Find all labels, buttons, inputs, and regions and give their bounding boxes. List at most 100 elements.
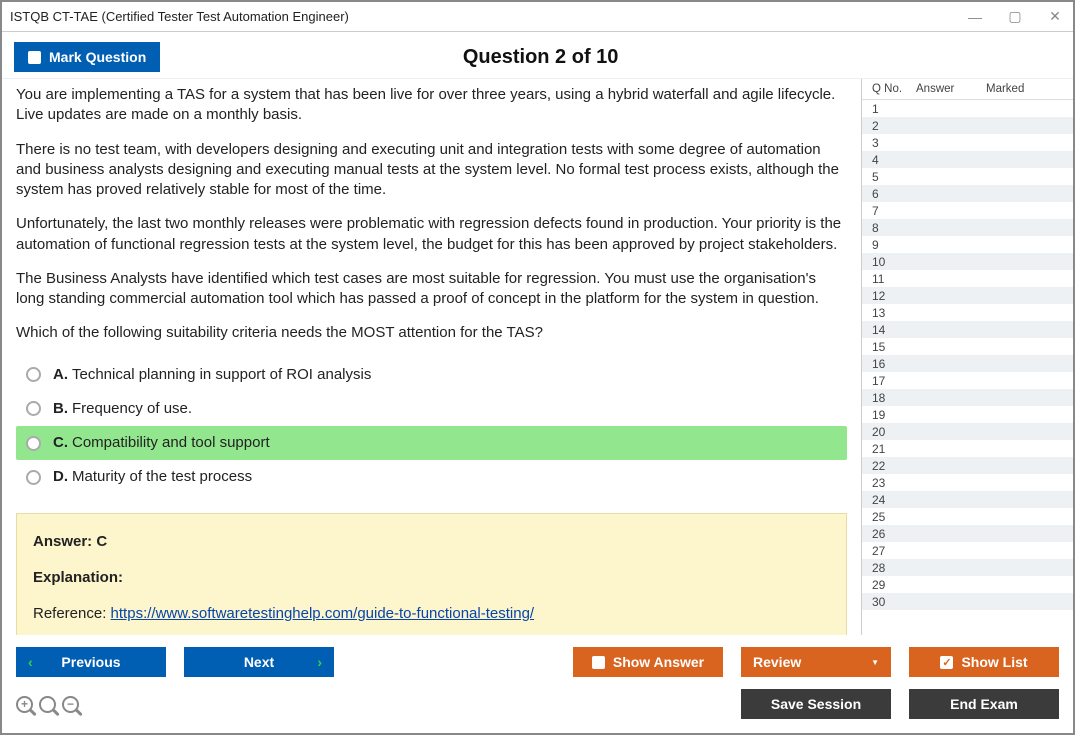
checkbox-icon — [592, 656, 605, 669]
question-number: 23 — [872, 476, 912, 490]
question-number: 6 — [872, 187, 912, 201]
chevron-down-icon: ▼ — [871, 658, 879, 667]
question-list-row[interactable]: 3 — [862, 134, 1073, 151]
review-label: Review — [753, 654, 801, 670]
previous-button[interactable]: ‹ Previous — [16, 647, 166, 677]
question-list-row[interactable]: 1 — [862, 100, 1073, 117]
question-list-row[interactable]: 7 — [862, 202, 1073, 219]
option-row[interactable]: A. Technical planning in support of ROI … — [16, 358, 847, 392]
question-text: You are implementing a TAS for a system … — [16, 85, 847, 344]
zoom-controls: + − — [16, 696, 79, 713]
question-list-row[interactable]: 6 — [862, 185, 1073, 202]
radio-icon — [26, 436, 41, 451]
show-list-label: Show List — [961, 654, 1027, 670]
question-paragraph: You are implementing a TAS for a system … — [16, 85, 847, 126]
show-list-button[interactable]: Show List — [909, 647, 1059, 677]
question-number: 3 — [872, 136, 912, 150]
question-list-row[interactable]: 13 — [862, 304, 1073, 321]
question-number: 11 — [872, 272, 912, 286]
question-number: 16 — [872, 357, 912, 371]
window-title: ISTQB CT-TAE (Certified Tester Test Auto… — [10, 9, 349, 24]
question-number: 5 — [872, 170, 912, 184]
question-number: 30 — [872, 595, 912, 609]
question-paragraph: Which of the following suitability crite… — [16, 323, 847, 343]
show-answer-button[interactable]: Show Answer — [573, 647, 723, 677]
mark-question-button[interactable]: Mark Question — [14, 42, 160, 72]
reference-link[interactable]: https://www.softwaretestinghelp.com/guid… — [111, 605, 535, 622]
question-list-row[interactable]: 26 — [862, 525, 1073, 542]
question-list-row[interactable]: 30 — [862, 593, 1073, 610]
col-answer: Answer — [916, 83, 986, 95]
question-list-row[interactable]: 16 — [862, 355, 1073, 372]
close-button[interactable]: ✕ — [1045, 8, 1065, 25]
question-number: 2 — [872, 119, 912, 133]
minimize-button[interactable]: — — [965, 9, 985, 25]
answer-label: Answer: C — [33, 532, 830, 552]
question-list-row[interactable]: 10 — [862, 253, 1073, 270]
question-list-row[interactable]: 2 — [862, 117, 1073, 134]
question-list-row[interactable]: 8 — [862, 219, 1073, 236]
zoom-in-icon[interactable]: + — [16, 696, 33, 713]
question-list-panel: Q No. Answer Marked 12345678910111213141… — [861, 79, 1073, 635]
question-list-row[interactable]: 19 — [862, 406, 1073, 423]
question-list-row[interactable]: 28 — [862, 559, 1073, 576]
question-list-row[interactable]: 20 — [862, 423, 1073, 440]
question-number: 9 — [872, 238, 912, 252]
option-letter: C. — [53, 433, 68, 453]
reference-line: Reference: https://www.softwaretestinghe… — [33, 604, 830, 624]
question-list-row[interactable]: 5 — [862, 168, 1073, 185]
question-list-row[interactable]: 17 — [862, 372, 1073, 389]
option-row[interactable]: C. Compatibility and tool support — [16, 426, 847, 460]
question-list-row[interactable]: 23 — [862, 474, 1073, 491]
zoom-reset-icon[interactable] — [39, 696, 56, 713]
question-list-row[interactable]: 4 — [862, 151, 1073, 168]
question-list-row[interactable]: 15 — [862, 338, 1073, 355]
question-list-row[interactable]: 24 — [862, 491, 1073, 508]
answer-explanation-box: Answer: C Explanation: Reference: https:… — [16, 513, 847, 636]
question-list-row[interactable]: 18 — [862, 389, 1073, 406]
col-qno: Q No. — [872, 83, 916, 95]
header-row: Mark Question Question 2 of 10 — [2, 32, 1073, 78]
zoom-out-icon[interactable]: − — [62, 696, 79, 713]
app-window: ISTQB CT-TAE (Certified Tester Test Auto… — [0, 0, 1075, 735]
checkbox-icon — [28, 51, 41, 64]
question-paragraph: There is no test team, with developers d… — [16, 140, 847, 201]
content-area: You are implementing a TAS for a system … — [2, 78, 1073, 635]
question-number: 19 — [872, 408, 912, 422]
explanation-label: Explanation: — [33, 568, 830, 588]
question-number: 26 — [872, 527, 912, 541]
question-list-row[interactable]: 22 — [862, 457, 1073, 474]
checkbox-checked-icon — [940, 656, 953, 669]
question-number: 17 — [872, 374, 912, 388]
end-exam-button[interactable]: End Exam — [909, 689, 1059, 719]
option-row[interactable]: B. Frequency of use. — [16, 392, 847, 426]
question-number: 10 — [872, 255, 912, 269]
next-label: Next — [244, 654, 274, 670]
question-list-row[interactable]: 27 — [862, 542, 1073, 559]
footer-row-2: + − Save Session End Exam — [16, 689, 1059, 719]
save-session-label: Save Session — [771, 696, 861, 712]
option-row[interactable]: D. Maturity of the test process — [16, 460, 847, 494]
question-list-row[interactable]: 14 — [862, 321, 1073, 338]
question-list-row[interactable]: 29 — [862, 576, 1073, 593]
question-number: 25 — [872, 510, 912, 524]
question-list-row[interactable]: 25 — [862, 508, 1073, 525]
radio-icon — [26, 401, 41, 416]
question-list[interactable]: 1234567891011121314151617181920212223242… — [862, 100, 1073, 635]
option-letter: A. — [53, 365, 68, 385]
question-list-header: Q No. Answer Marked — [862, 79, 1073, 100]
next-button[interactable]: Next › — [184, 647, 334, 677]
question-list-row[interactable]: 11 — [862, 270, 1073, 287]
question-number: 8 — [872, 221, 912, 235]
window-controls: — ▢ ✕ — [965, 8, 1065, 25]
question-number: 7 — [872, 204, 912, 218]
question-counter: Question 2 of 10 — [160, 46, 1061, 69]
question-list-row[interactable]: 9 — [862, 236, 1073, 253]
question-number: 24 — [872, 493, 912, 507]
question-list-row[interactable]: 21 — [862, 440, 1073, 457]
save-session-button[interactable]: Save Session — [741, 689, 891, 719]
maximize-button[interactable]: ▢ — [1005, 8, 1025, 25]
question-list-row[interactable]: 12 — [862, 287, 1073, 304]
question-number: 21 — [872, 442, 912, 456]
review-dropdown[interactable]: Review ▼ — [741, 647, 891, 677]
